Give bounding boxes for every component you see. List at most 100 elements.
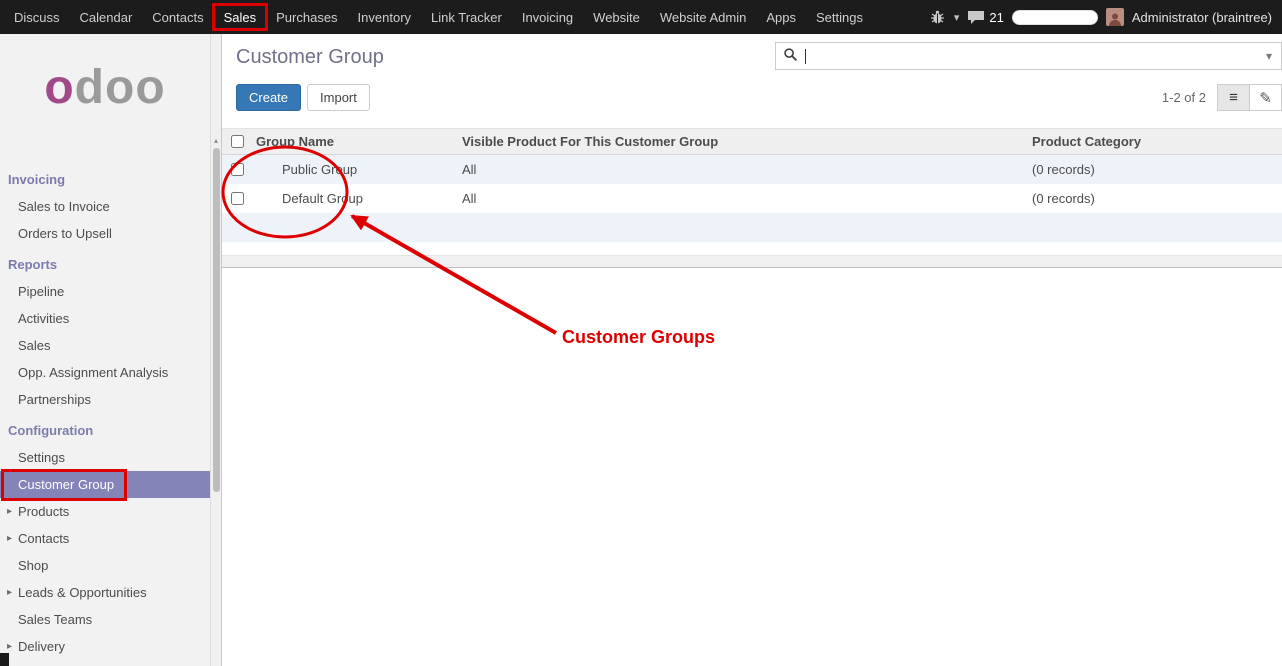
content-area: odoo Invoicing Sales to Invoice Orders t… xyxy=(0,34,1282,666)
cell-visible-product: All xyxy=(462,191,1032,206)
cell-product-category: (0 records) xyxy=(1032,162,1282,177)
sidebar-item-shop[interactable]: Shop xyxy=(0,552,210,579)
row-checkbox-cell xyxy=(222,163,252,176)
pager: 1-2 of 2 xyxy=(1162,90,1206,105)
cell-visible-product: All xyxy=(462,162,1032,177)
sidebar-section-reports: Reports xyxy=(0,250,210,278)
sidebar-section-invoicing: Invoicing xyxy=(0,165,210,193)
debug-bug-icon[interactable] xyxy=(929,10,946,25)
menu-website-admin[interactable]: Website Admin xyxy=(650,0,756,34)
sidebar-section-configuration: Configuration xyxy=(0,416,210,444)
cell-group-name: Default Group xyxy=(252,191,462,206)
list-footer-band xyxy=(222,255,1282,268)
menu-discuss[interactable]: Discuss xyxy=(4,0,70,34)
row-checkbox-cell xyxy=(222,192,252,205)
scrollbar-up-icon[interactable]: ▴ xyxy=(211,136,221,145)
sidebar-nav: Invoicing Sales to Invoice Orders to Ups… xyxy=(0,140,210,660)
control-panel-top: Customer Group ▾ xyxy=(222,34,1282,78)
sidebar-item-customer-group-label: Customer Group xyxy=(18,477,114,492)
list-view-button[interactable]: ≡ xyxy=(1217,84,1250,111)
sidebar-item-sales[interactable]: Sales xyxy=(0,332,210,359)
search-icon xyxy=(783,47,798,65)
select-all-checkbox[interactable] xyxy=(231,135,244,148)
menu-inventory[interactable]: Inventory xyxy=(348,0,421,34)
menu-sales[interactable]: Sales xyxy=(214,0,267,34)
table-row[interactable]: Default Group All (0 records) xyxy=(222,184,1282,213)
menu-invoicing[interactable]: Invoicing xyxy=(512,0,583,34)
menu-calendar[interactable]: Calendar xyxy=(70,0,143,34)
pager-area: 1-2 of 2 ≡ ✎ xyxy=(1162,84,1282,111)
sidebar-item-leads-opportunities[interactable]: ▸ Leads & Opportunities xyxy=(0,579,210,606)
sidebar-item-sales-teams[interactable]: Sales Teams xyxy=(0,606,210,633)
scrollbar-thumb[interactable] xyxy=(213,148,220,492)
list-header-row: Group Name Visible Product For This Cust… xyxy=(222,128,1282,155)
list-view: Group Name Visible Product For This Cust… xyxy=(222,128,1282,268)
text-cursor xyxy=(805,49,806,64)
sidebar-item-delivery-label: Delivery xyxy=(18,639,65,654)
cell-product-category: (0 records) xyxy=(1032,191,1282,206)
sidebar-item-activities[interactable]: Activities xyxy=(0,305,210,332)
caret-right-icon: ▸ xyxy=(7,533,12,544)
search-box[interactable]: ▾ xyxy=(775,42,1282,70)
sidebar-item-leads-opportunities-label: Leads & Opportunities xyxy=(18,585,147,600)
caret-right-icon: ▸ xyxy=(7,506,12,517)
odoo-logo: odoo xyxy=(0,34,210,140)
menu-purchases[interactable]: Purchases xyxy=(266,0,347,34)
sidebar-item-customer-group[interactable]: Customer Group xyxy=(0,471,210,498)
column-header-product-category[interactable]: Product Category xyxy=(1032,134,1282,149)
import-button[interactable]: Import xyxy=(307,84,370,111)
messages-group: 21 xyxy=(967,10,1003,25)
column-header-group-name[interactable]: Group Name xyxy=(252,134,462,149)
sidebar-scrollbar: ▴ xyxy=(210,34,222,666)
logo-letter: o xyxy=(44,60,74,115)
menu-apps[interactable]: Apps xyxy=(756,0,806,34)
sidebar-item-settings[interactable]: Settings xyxy=(0,444,210,471)
column-header-visible-product[interactable]: Visible Product For This Customer Group xyxy=(462,134,1032,149)
sidebar-item-partnerships[interactable]: Partnerships xyxy=(0,386,210,413)
avatar[interactable] xyxy=(1106,8,1124,26)
row-checkbox[interactable] xyxy=(231,192,244,205)
search-input[interactable] xyxy=(810,49,1264,64)
sidebar-item-products[interactable]: ▸ Products xyxy=(0,498,210,525)
topbar-right-tools: ▾ 21 Administrator (braintree) xyxy=(929,0,1282,34)
table-row[interactable]: Public Group All (0 records) xyxy=(222,155,1282,184)
sidebar-item-contacts[interactable]: ▸ Contacts xyxy=(0,525,210,552)
empty-list-row xyxy=(222,213,1282,242)
caret-right-icon: ▸ xyxy=(7,587,12,598)
form-view-icon: ✎ xyxy=(1259,89,1272,107)
sidebar-item-opp-assignment-analysis[interactable]: Opp. Assignment Analysis xyxy=(0,359,210,386)
control-panel-buttons: Create Import 1-2 of 2 ≡ ✎ xyxy=(222,78,1282,128)
menu-sales-label: Sales xyxy=(224,10,257,25)
sidebar-item-orders-to-upsell[interactable]: Orders to Upsell xyxy=(0,220,210,247)
screen-corner-artifact xyxy=(0,653,9,666)
top-navbar: Discuss Calendar Contacts Sales Purchase… xyxy=(0,0,1282,34)
user-menu[interactable]: Administrator (braintree) xyxy=(1132,10,1272,25)
row-checkbox[interactable] xyxy=(231,163,244,176)
sidebar-item-delivery[interactable]: ▸ Delivery xyxy=(0,633,210,660)
search-dropdown-caret-icon[interactable]: ▾ xyxy=(1264,49,1274,63)
messages-count: 21 xyxy=(989,10,1003,25)
sidebar-item-products-label: Products xyxy=(18,504,69,519)
menu-settings[interactable]: Settings xyxy=(806,0,873,34)
create-button[interactable]: Create xyxy=(236,84,301,111)
progress-pill xyxy=(1012,10,1098,25)
top-menu: Discuss Calendar Contacts Sales Purchase… xyxy=(0,0,873,34)
main-panel: Customer Group ▾ Create Import 1-2 of 2 xyxy=(222,34,1282,666)
debug-caret-down-icon[interactable]: ▾ xyxy=(954,11,960,24)
sidebar-item-pipeline[interactable]: Pipeline xyxy=(0,278,210,305)
menu-website[interactable]: Website xyxy=(583,0,650,34)
select-all-cell xyxy=(222,135,252,148)
sidebar-item-sales-to-invoice[interactable]: Sales to Invoice xyxy=(0,193,210,220)
sidebar: odoo Invoicing Sales to Invoice Orders t… xyxy=(0,34,210,666)
view-switcher: ≡ ✎ xyxy=(1218,84,1282,111)
menu-contacts[interactable]: Contacts xyxy=(142,0,213,34)
caret-right-icon: ▸ xyxy=(7,641,12,652)
cell-group-name: Public Group xyxy=(252,162,462,177)
logo-rest: doo xyxy=(75,60,166,115)
form-view-button[interactable]: ✎ xyxy=(1249,84,1282,111)
messages-icon[interactable] xyxy=(967,10,985,25)
list-view-icon: ≡ xyxy=(1229,89,1238,106)
sidebar-item-contacts-label: Contacts xyxy=(18,531,69,546)
page-title: Customer Group xyxy=(236,46,384,69)
menu-link-tracker[interactable]: Link Tracker xyxy=(421,0,512,34)
